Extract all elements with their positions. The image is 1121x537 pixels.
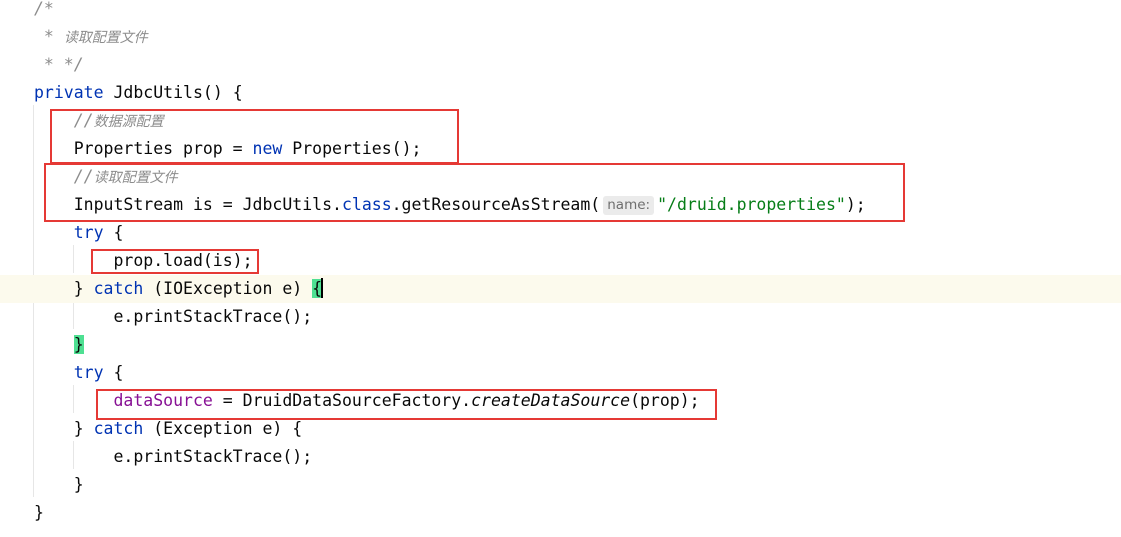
code-token: }	[34, 419, 94, 438]
code-line[interactable]: try {	[0, 219, 1121, 247]
code-token: e.printStackTrace();	[34, 307, 313, 326]
code-token: 读取配置文件	[63, 30, 148, 46]
code-token: catch	[93, 419, 154, 438]
code-token: catch	[93, 279, 154, 298]
code-line[interactable]: }	[0, 331, 1121, 359]
code-line[interactable]: /*	[0, 0, 1121, 23]
code-token: JdbcUtils() {	[113, 83, 243, 102]
code-token: private	[34, 83, 114, 102]
code-editor[interactable]: /* * 读取配置文件 * */private JdbcUtils() { //…	[0, 0, 1121, 537]
code-token: {	[113, 223, 124, 242]
highlight-box-read-config	[44, 163, 905, 222]
code-token: *	[34, 27, 64, 46]
code-line[interactable]: }	[0, 499, 1121, 527]
code-token: (Exception e) {	[153, 419, 303, 438]
code-line[interactable]: e.printStackTrace();	[0, 303, 1121, 331]
code-line[interactable]: }	[0, 471, 1121, 499]
code-token: (IOException e)	[153, 279, 313, 298]
code-token: }	[34, 503, 44, 522]
code-line[interactable]: * 读取配置文件	[0, 23, 1121, 51]
code-token: }	[73, 335, 84, 354]
code-token: {	[113, 363, 124, 382]
code-token: * */	[34, 55, 84, 74]
code-token: try	[34, 363, 114, 382]
highlight-box-datasource-config	[50, 109, 459, 164]
code-line[interactable]: } catch (IOException e) {	[0, 275, 1121, 303]
code-line[interactable]: private JdbcUtils() {	[0, 79, 1121, 107]
code-token: e.printStackTrace();	[34, 447, 313, 466]
text-caret	[321, 278, 324, 298]
highlight-box-prop-load	[91, 249, 259, 274]
code-token: }	[34, 475, 84, 494]
code-line[interactable]: * */	[0, 51, 1121, 79]
code-line[interactable]: e.printStackTrace();	[0, 443, 1121, 471]
code-token: }	[34, 279, 94, 298]
code-token: /*	[34, 0, 54, 18]
code-line[interactable]: try {	[0, 359, 1121, 387]
highlight-box-create-datasource	[96, 389, 717, 420]
code-token: try	[34, 223, 114, 242]
